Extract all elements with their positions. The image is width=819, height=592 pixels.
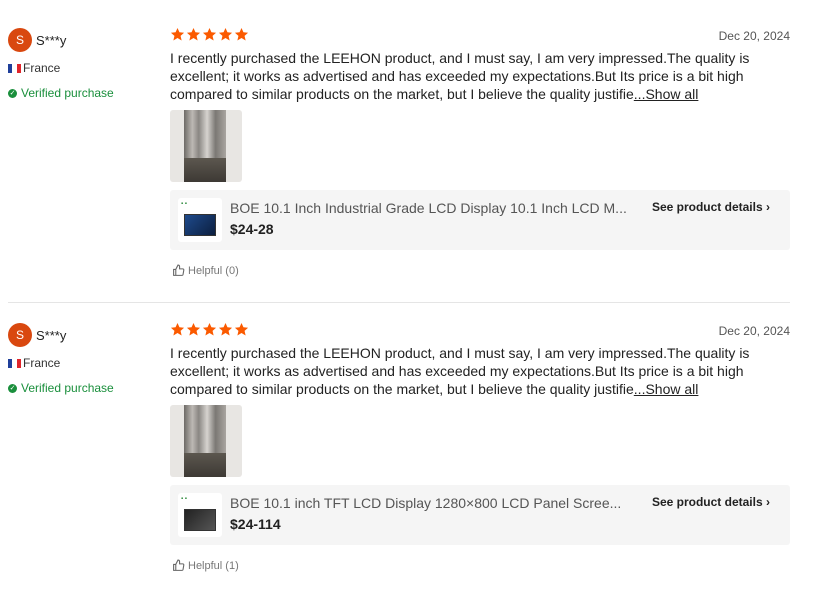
product-thumb-screen	[184, 509, 216, 531]
france-flag-icon	[8, 63, 21, 73]
star-icon	[202, 27, 217, 41]
helpful-button[interactable]: Helpful (0)	[172, 264, 239, 277]
product-price: $24-114	[230, 516, 281, 532]
star-icon	[234, 27, 249, 41]
details-label: See product details	[651, 200, 763, 214]
star-icon	[170, 322, 185, 336]
country-label: France	[23, 61, 61, 75]
product-title[interactable]: BOE 10.1 inch TFT LCD Display 1280×800 L…	[230, 495, 635, 511]
star-icon	[186, 27, 201, 41]
avatar[interactable]: S	[8, 323, 32, 347]
photo-shadow	[184, 158, 226, 182]
country-label: France	[23, 356, 61, 370]
review-text: I recently purchased the LEEHON product,…	[170, 49, 790, 103]
star-icon	[170, 27, 185, 41]
chevron-right-icon: ›	[766, 495, 770, 509]
star-icon	[186, 322, 201, 336]
verified-label: Verified purchase	[21, 381, 114, 395]
star-rating	[170, 322, 249, 337]
show-all-link[interactable]: ...Show all	[634, 381, 699, 397]
verified-purchase-badge: ✓ Verified purchase	[8, 86, 114, 100]
star-icon	[218, 322, 233, 336]
reviewer-name: S***y	[36, 328, 67, 343]
star-icon	[218, 27, 233, 41]
review-date: Dec 20, 2024	[718, 324, 790, 338]
see-product-details-link[interactable]: See product details ›	[652, 495, 770, 509]
reviewer-name: S***y	[36, 33, 67, 48]
helpful-label: Helpful (1)	[188, 559, 239, 572]
product-thumb-logo: ▪ ▪	[181, 201, 187, 207]
helpful-label: Helpful (0)	[188, 264, 239, 277]
review-text: I recently purchased the LEEHON product,…	[170, 344, 790, 398]
show-all-link[interactable]: ...Show all	[634, 86, 699, 102]
helpful-button[interactable]: Helpful (1)	[172, 559, 239, 572]
avatar[interactable]: S	[8, 28, 32, 52]
product-thumbnail[interactable]: ▪ ▪	[178, 493, 222, 537]
star-icon	[202, 322, 217, 336]
review-photo[interactable]	[170, 405, 242, 477]
reviewer-country: France	[8, 61, 60, 75]
product-card[interactable]: ▪ ▪ BOE 10.1 inch TFT LCD Display 1280×8…	[170, 485, 790, 545]
review-photo[interactable]	[170, 110, 242, 182]
product-thumbnail[interactable]: ▪ ▪	[178, 198, 222, 242]
check-icon: ✓	[8, 383, 17, 393]
thumbs-up-icon	[173, 559, 185, 571]
product-thumb-screen	[184, 214, 216, 236]
product-price: $24-28	[230, 221, 274, 237]
product-thumb-logo: ▪ ▪	[181, 496, 187, 502]
check-icon: ✓	[8, 88, 17, 98]
france-flag-icon	[8, 358, 21, 368]
product-title[interactable]: BOE 10.1 Inch Industrial Grade LCD Displ…	[230, 200, 635, 216]
reviewer-country: France	[8, 356, 60, 370]
details-label: See product details	[651, 495, 763, 509]
thumbs-up-icon	[173, 264, 185, 276]
verified-purchase-badge: ✓ Verified purchase	[8, 381, 114, 395]
review-date: Dec 20, 2024	[718, 29, 790, 43]
photo-shadow	[184, 453, 226, 477]
see-product-details-link[interactable]: See product details ›	[652, 200, 770, 214]
review-divider	[8, 302, 790, 303]
star-rating	[170, 27, 249, 42]
chevron-right-icon: ›	[766, 200, 770, 214]
verified-label: Verified purchase	[21, 86, 114, 100]
product-card[interactable]: ▪ ▪ BOE 10.1 Inch Industrial Grade LCD D…	[170, 190, 790, 250]
star-icon	[234, 322, 249, 336]
